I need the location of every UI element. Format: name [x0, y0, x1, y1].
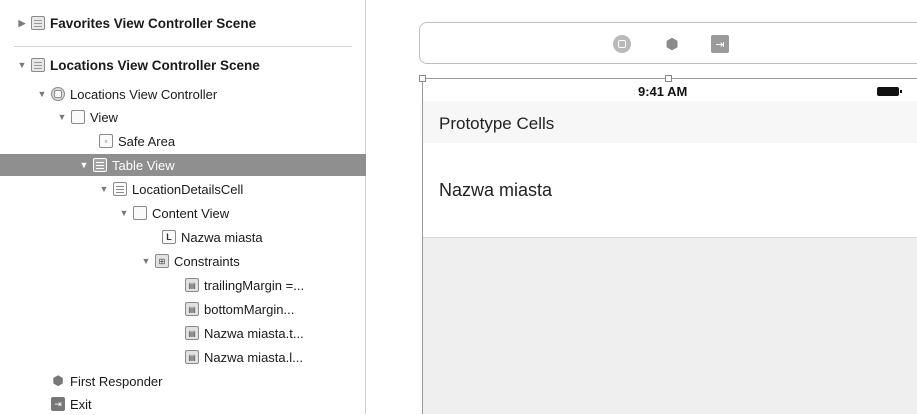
resize-handle-top-center[interactable] [665, 75, 672, 82]
prototype-cell[interactable]: Nazwa miasta [423, 143, 917, 238]
bottom-constraint-icon: ▤ [185, 302, 199, 316]
disclosure-expanded-icon[interactable]: ▼ [118, 208, 130, 218]
outline-item-label: Locations View Controller [70, 86, 218, 102]
constraints-icon: ⊞ [155, 254, 169, 268]
outline-item-constraint-bottom[interactable]: ▤ bottomMargin... [0, 298, 366, 320]
status-bar: 9:41 AM [423, 79, 917, 101]
disclosure-expanded-icon[interactable]: ▼ [36, 89, 48, 99]
leading-constraint-icon: ▤ [185, 350, 199, 364]
outline-item-constraint-leading[interactable]: ▤ Nazwa miasta.l... [0, 346, 366, 368]
status-time: 9:41 AM [638, 84, 688, 99]
table-view-icon [93, 158, 107, 172]
outline-item-location-details-cell[interactable]: ▼ LocationDetailsCell [0, 178, 366, 200]
outline-item-label: Safe Area [118, 133, 176, 149]
scene-divider [14, 46, 352, 47]
outline-item-label: Content View [152, 205, 230, 221]
outline-item-label: trailingMargin =... [204, 277, 305, 293]
storyboard-canvas[interactable]: ⬢ ⇥ 9:41 AM Prototype Cells Nazwa miasta [366, 0, 917, 414]
outline-item-content-view[interactable]: ▼ Content View [0, 202, 366, 224]
outline-item-exit[interactable]: ⇥ Exit [0, 393, 366, 415]
prototype-cells-header: Prototype Cells [423, 101, 917, 143]
outline-item-constraints[interactable]: ▼ ⊞ Constraints [0, 250, 366, 272]
outline-item-constraint-trailing[interactable]: ▤ trailingMargin =... [0, 274, 366, 296]
disclosure-expanded-icon[interactable]: ▼ [78, 160, 90, 170]
document-outline: ▶ Favorites View Controller Scene ▼ Loca… [0, 0, 366, 414]
top-constraint-icon: ▤ [185, 326, 199, 340]
scene-label: Locations View Controller Scene [50, 57, 260, 73]
scene-dock: ⬢ ⇥ [419, 22, 917, 64]
outline-item-nazwa-miasta-label[interactable]: L Nazwa miasta [0, 226, 366, 248]
exit-icon: ⇥ [51, 397, 65, 411]
table-cell-icon [113, 182, 127, 196]
outline-item-first-responder[interactable]: ⬢ First Responder [0, 370, 366, 392]
outline-item-view[interactable]: ▼ View [0, 106, 366, 128]
outline-item-table-view[interactable]: ▼ Table View [0, 154, 366, 176]
view-controller-frame[interactable]: 9:41 AM Prototype Cells Nazwa miasta [422, 78, 917, 414]
resize-handle-top-left[interactable] [419, 75, 426, 82]
label-icon: L [162, 230, 176, 244]
view-controller-icon[interactable] [613, 35, 631, 53]
scene-label: Favorites View Controller Scene [50, 15, 257, 31]
outline-item-label: Exit [70, 396, 92, 412]
exit-icon[interactable]: ⇥ [711, 35, 729, 53]
outline-item-label: Table View [112, 157, 175, 173]
outline-item-label: Constraints [174, 253, 240, 269]
first-responder-icon[interactable]: ⬢ [663, 35, 681, 53]
outline-item-label: Nazwa miasta.l... [204, 349, 303, 365]
disclosure-expanded-icon[interactable]: ▼ [56, 112, 68, 122]
cell-title-label[interactable]: Nazwa miasta [439, 180, 552, 201]
disclosure-expanded-icon[interactable]: ▼ [98, 184, 110, 194]
prototype-cells-title: Prototype Cells [439, 114, 555, 133]
scene-locations[interactable]: ▼ Locations View Controller Scene [0, 54, 366, 76]
outline-item-label: bottomMargin... [204, 301, 295, 317]
disclosure-expanded-icon[interactable]: ▼ [140, 256, 152, 266]
outline-item-locations-view-controller[interactable]: ▼ Locations View Controller [0, 83, 366, 105]
outline-item-label: LocationDetailsCell [132, 181, 244, 197]
view-icon [133, 206, 147, 220]
disclosure-collapsed-icon[interactable]: ▶ [16, 18, 28, 29]
outline-item-constraint-top[interactable]: ▤ Nazwa miasta.t... [0, 322, 366, 344]
view-controller-icon [51, 87, 65, 101]
trailing-constraint-icon: ▤ [185, 278, 199, 292]
scene-icon [31, 16, 45, 30]
scene-favorites[interactable]: ▶ Favorites View Controller Scene [0, 12, 366, 34]
outline-item-label: Nazwa miasta.t... [204, 325, 304, 341]
outline-item-label: First Responder [70, 373, 163, 389]
scene-icon [31, 58, 45, 72]
disclosure-expanded-icon[interactable]: ▼ [16, 60, 28, 70]
outline-item-safe-area[interactable]: ▫ Safe Area [0, 130, 366, 152]
battery-icon [877, 87, 902, 96]
safe-area-icon: ▫ [99, 134, 113, 148]
outline-item-label: Nazwa miasta [181, 229, 263, 245]
view-icon [71, 110, 85, 124]
outline-item-label: View [90, 109, 118, 125]
first-responder-icon: ⬢ [52, 373, 64, 388]
